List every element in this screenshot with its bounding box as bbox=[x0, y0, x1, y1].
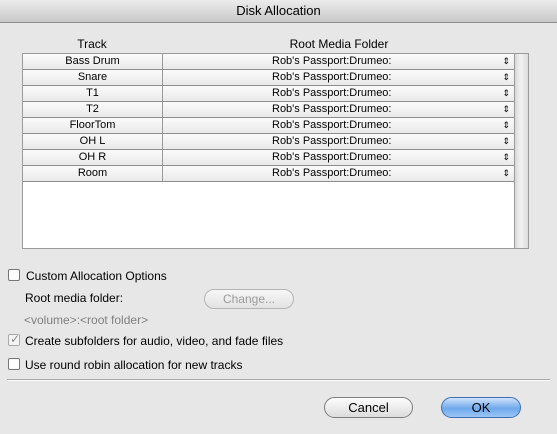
folder-path: Rob's Passport:Drumeo: bbox=[272, 151, 392, 163]
table-row: Snare Rob's Passport:Drumeo: ⇕ bbox=[23, 70, 514, 86]
checkmark-icon: ✓ bbox=[10, 332, 21, 346]
create-subfolders-checkbox[interactable]: ✓ bbox=[8, 332, 21, 346]
track-name: Bass Drum bbox=[23, 54, 163, 69]
table-row: OH R Rob's Passport:Drumeo: ⇕ bbox=[23, 150, 514, 166]
folder-path: Rob's Passport:Drumeo: bbox=[272, 71, 392, 83]
volume-path-text: <volume>:<root folder> bbox=[24, 313, 149, 327]
track-name: Room bbox=[23, 166, 163, 181]
popup-arrows-icon: ⇕ bbox=[502, 120, 510, 130]
folder-path: Rob's Passport:Drumeo: bbox=[272, 87, 392, 99]
folder-path: Rob's Passport:Drumeo: bbox=[272, 55, 392, 67]
track-name: Snare bbox=[23, 70, 163, 85]
folder-popup[interactable]: Rob's Passport:Drumeo: ⇕ bbox=[164, 150, 514, 165]
popup-arrows-icon: ⇕ bbox=[502, 56, 510, 66]
custom-allocation-checkbox[interactable] bbox=[8, 269, 20, 281]
folder-popup[interactable]: Rob's Passport:Drumeo: ⇕ bbox=[164, 70, 514, 85]
round-robin-label[interactable]: Use round robin allocation for new track… bbox=[25, 358, 242, 372]
create-subfolders-label[interactable]: Create subfolders for audio, video, and … bbox=[25, 334, 283, 348]
disk-allocation-dialog: Track Root Media Folder Bass Drum Rob's … bbox=[0, 23, 557, 434]
table-row: Room Rob's Passport:Drumeo: ⇕ bbox=[23, 166, 514, 182]
round-robin-checkbox[interactable] bbox=[8, 358, 20, 370]
table-header: Track Root Media Folder bbox=[22, 35, 515, 53]
folder-popup[interactable]: Rob's Passport:Drumeo: ⇕ bbox=[164, 166, 514, 181]
table-row: OH L Rob's Passport:Drumeo: ⇕ bbox=[23, 134, 514, 150]
folder-popup[interactable]: Rob's Passport:Drumeo: ⇕ bbox=[164, 86, 514, 101]
folder-popup[interactable]: Rob's Passport:Drumeo: ⇕ bbox=[164, 102, 514, 117]
track-allocation-table: Track Root Media Folder Bass Drum Rob's … bbox=[22, 35, 529, 249]
table-row: Bass Drum Rob's Passport:Drumeo: ⇕ bbox=[23, 54, 514, 70]
popup-arrows-icon: ⇕ bbox=[502, 104, 510, 114]
ok-button[interactable]: OK bbox=[441, 397, 521, 418]
divider bbox=[7, 379, 550, 381]
track-name: OH L bbox=[23, 134, 163, 149]
popup-arrows-icon: ⇕ bbox=[502, 152, 510, 162]
track-name: T2 bbox=[23, 102, 163, 117]
popup-arrows-icon: ⇕ bbox=[502, 88, 510, 98]
popup-arrows-icon: ⇕ bbox=[502, 168, 510, 178]
folder-popup[interactable]: Rob's Passport:Drumeo: ⇕ bbox=[164, 134, 514, 149]
cancel-button[interactable]: Cancel bbox=[324, 397, 413, 418]
folder-path: Rob's Passport:Drumeo: bbox=[272, 167, 392, 179]
track-name: FloorTom bbox=[23, 118, 163, 133]
track-name: T1 bbox=[23, 86, 163, 101]
table-row: T2 Rob's Passport:Drumeo: ⇕ bbox=[23, 102, 514, 118]
track-name: OH R bbox=[23, 150, 163, 165]
table-body: Bass Drum Rob's Passport:Drumeo: ⇕ Snare… bbox=[22, 53, 515, 249]
popup-arrows-icon: ⇕ bbox=[502, 136, 510, 146]
popup-arrows-icon: ⇕ bbox=[502, 72, 510, 82]
folder-path: Rob's Passport:Drumeo: bbox=[272, 135, 392, 147]
table-scrollbar[interactable] bbox=[515, 53, 529, 249]
folder-popup[interactable]: Rob's Passport:Drumeo: ⇕ bbox=[164, 118, 514, 133]
column-header-root-media-folder[interactable]: Root Media Folder bbox=[163, 37, 515, 51]
root-media-folder-label: Root media folder: bbox=[25, 291, 124, 305]
folder-path: Rob's Passport:Drumeo: bbox=[272, 119, 392, 131]
table-row: T1 Rob's Passport:Drumeo: ⇕ bbox=[23, 86, 514, 102]
change-button[interactable]: Change... bbox=[204, 289, 294, 309]
custom-allocation-label[interactable]: Custom Allocation Options bbox=[26, 269, 167, 283]
folder-popup[interactable]: Rob's Passport:Drumeo: ⇕ bbox=[164, 54, 514, 69]
window-title: Disk Allocation bbox=[0, 0, 557, 23]
folder-path: Rob's Passport:Drumeo: bbox=[272, 103, 392, 115]
table-row: FloorTom Rob's Passport:Drumeo: ⇕ bbox=[23, 118, 514, 134]
column-header-track[interactable]: Track bbox=[22, 37, 162, 51]
